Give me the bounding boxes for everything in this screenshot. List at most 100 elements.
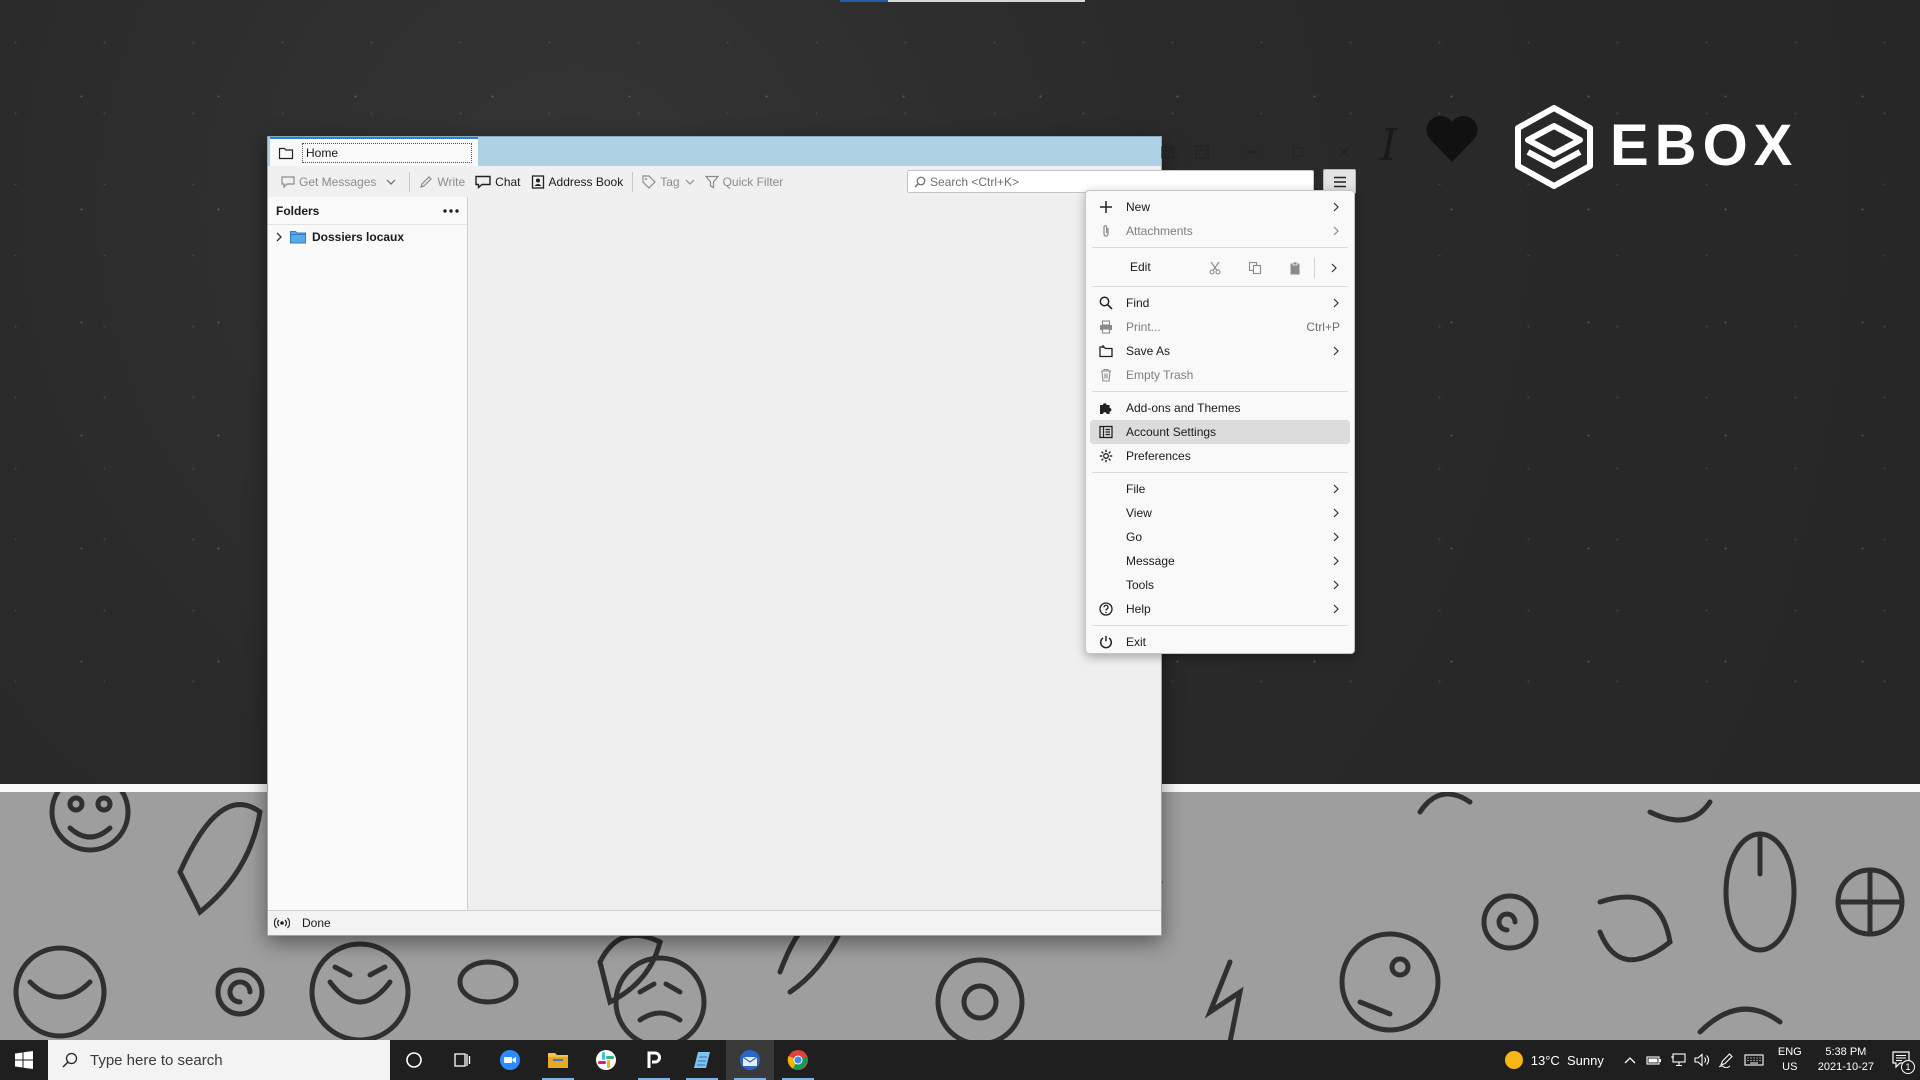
menu-item-label: Empty Trash: [1126, 368, 1194, 382]
minimize-button[interactable]: [1229, 137, 1275, 166]
menu-item-label: Exit: [1126, 635, 1147, 649]
address-book-button[interactable]: Address Book: [526, 170, 629, 194]
tag-icon: [642, 174, 657, 189]
menu-item-attachments[interactable]: Attachments: [1090, 219, 1350, 243]
calendar-icon: [1161, 145, 1175, 159]
menu-item-empty-trash[interactable]: Empty Trash: [1090, 363, 1350, 387]
minimize-icon: [1247, 151, 1257, 152]
tasks-button[interactable]: [1185, 137, 1219, 166]
menu-item-label: Save As: [1126, 344, 1171, 358]
print-shortcut: Ctrl+P: [1306, 320, 1340, 334]
menu-item-view[interactable]: View: [1090, 501, 1350, 525]
chat-button[interactable]: Chat: [470, 170, 525, 194]
title-bar: Home: [268, 137, 1350, 166]
scissors-icon: [1209, 261, 1221, 275]
chevron-right-icon: [1333, 532, 1339, 542]
file-explorer-icon: [548, 1053, 568, 1068]
task-view-icon: [454, 1053, 471, 1067]
menu-item-label: Preferences: [1126, 449, 1191, 463]
menu-item-label: File: [1126, 482, 1146, 496]
notepad-icon: [694, 1052, 710, 1068]
menu-item-preferences[interactable]: Preferences: [1090, 444, 1350, 468]
volume-button[interactable]: [1690, 1040, 1714, 1080]
tag-button[interactable]: Tag: [637, 170, 699, 194]
chevron-right-icon: [1333, 556, 1339, 566]
trash-icon: [1098, 367, 1114, 383]
cortana-button[interactable]: [390, 1040, 438, 1080]
touch-keyboard-button[interactable]: [1738, 1040, 1770, 1080]
maximize-button[interactable]: [1275, 137, 1321, 166]
menu-item-help[interactable]: Help: [1090, 597, 1350, 621]
menu-item-message[interactable]: Message: [1090, 549, 1350, 573]
thunderbird-app[interactable]: [726, 1040, 774, 1080]
pen-workspace-button[interactable]: [1714, 1040, 1738, 1080]
menu-item-print[interactable]: Print... Ctrl+P: [1090, 315, 1350, 339]
taskbar-search-box[interactable]: [48, 1040, 390, 1080]
calendar-button[interactable]: [1151, 137, 1185, 166]
copy-button[interactable]: [1245, 258, 1265, 278]
write-label: Write: [437, 174, 466, 189]
status-bar: Done: [268, 910, 1161, 935]
tab-home[interactable]: Home: [270, 137, 478, 166]
get-messages-dropdown[interactable]: [381, 170, 405, 194]
write-button[interactable]: Write: [414, 170, 470, 194]
chevron-right-icon[interactable]: [274, 232, 284, 242]
folder-icon: [290, 231, 306, 244]
chevron-down-icon: [386, 179, 396, 185]
weather-widget[interactable]: 13°C Sunny: [1504, 1051, 1604, 1069]
hamburger-menu-icon: [1333, 176, 1346, 187]
thunderbird-window: Home Get Messages Write Chat Address Boo…: [267, 136, 1356, 936]
quick-filter-button[interactable]: Quick Filter: [700, 170, 789, 194]
ebox-logo-icon: [1515, 105, 1593, 189]
menu-item-account-settings[interactable]: Account Settings: [1090, 420, 1350, 444]
menu-item-label: Account Settings: [1126, 425, 1217, 439]
copy-icon: [1248, 261, 1262, 275]
chevron-right-icon: [1333, 298, 1339, 308]
get-messages-icon: [281, 175, 295, 188]
menu-item-addons-themes[interactable]: Add-ons and Themes: [1090, 396, 1350, 420]
search-input[interactable]: [930, 174, 1310, 189]
file-explorer-app[interactable]: [534, 1040, 582, 1080]
online-status-icon[interactable]: [274, 917, 290, 929]
p-app[interactable]: [630, 1040, 678, 1080]
notification-center-button[interactable]: 1: [1884, 1040, 1920, 1080]
tray-overflow-button[interactable]: [1618, 1040, 1642, 1080]
app-menu-popup: New Attachments Edit Find Print... Ctrl+…: [1085, 190, 1355, 654]
input-language-button[interactable]: ENG US: [1778, 1045, 1802, 1075]
menu-item-tools[interactable]: Tools: [1090, 573, 1350, 597]
folder-label: Dossiers locaux: [312, 230, 405, 244]
brand-prefix: I: [1380, 120, 1398, 171]
edit-submenu-button[interactable]: [1324, 258, 1344, 278]
zoom-app[interactable]: [486, 1040, 534, 1080]
cut-button[interactable]: [1205, 258, 1225, 278]
paste-button[interactable]: [1285, 258, 1305, 278]
more-options-icon: [443, 208, 459, 213]
tag-label: Tag: [660, 174, 680, 189]
task-view-button[interactable]: [438, 1040, 486, 1080]
menu-item-file[interactable]: File: [1090, 477, 1350, 501]
menu-item-label: View: [1126, 506, 1152, 520]
folder-item-dossiers-locaux[interactable]: Dossiers locaux: [268, 225, 467, 249]
chevron-right-icon: [1333, 508, 1339, 518]
lang-bottom: US: [1782, 1061, 1798, 1073]
notepad-app[interactable]: [678, 1040, 726, 1080]
folder-options-button[interactable]: [443, 201, 459, 221]
close-window-button[interactable]: [1321, 137, 1367, 166]
menu-item-label: Add-ons and Themes: [1126, 401, 1241, 415]
folder-icon: [278, 147, 294, 159]
network-button[interactable]: [1666, 1040, 1690, 1080]
gear-icon: [1098, 448, 1114, 464]
taskbar-search-input[interactable]: [90, 1051, 370, 1069]
slack-app[interactable]: [582, 1040, 630, 1080]
start-button[interactable]: [0, 1040, 48, 1080]
get-messages-button[interactable]: Get Messages: [276, 170, 381, 194]
chrome-app[interactable]: [774, 1040, 822, 1080]
clock[interactable]: 5:38 PM 2021-10-27: [1818, 1045, 1874, 1075]
menu-item-save-as[interactable]: Save As: [1090, 339, 1350, 363]
menu-item-go[interactable]: Go: [1090, 525, 1350, 549]
menu-item-new[interactable]: New: [1090, 195, 1350, 219]
notification-count: 1: [1901, 1060, 1915, 1074]
battery-button[interactable]: [1642, 1040, 1666, 1080]
menu-item-find[interactable]: Find: [1090, 291, 1350, 315]
menu-item-exit[interactable]: Exit: [1090, 630, 1350, 654]
